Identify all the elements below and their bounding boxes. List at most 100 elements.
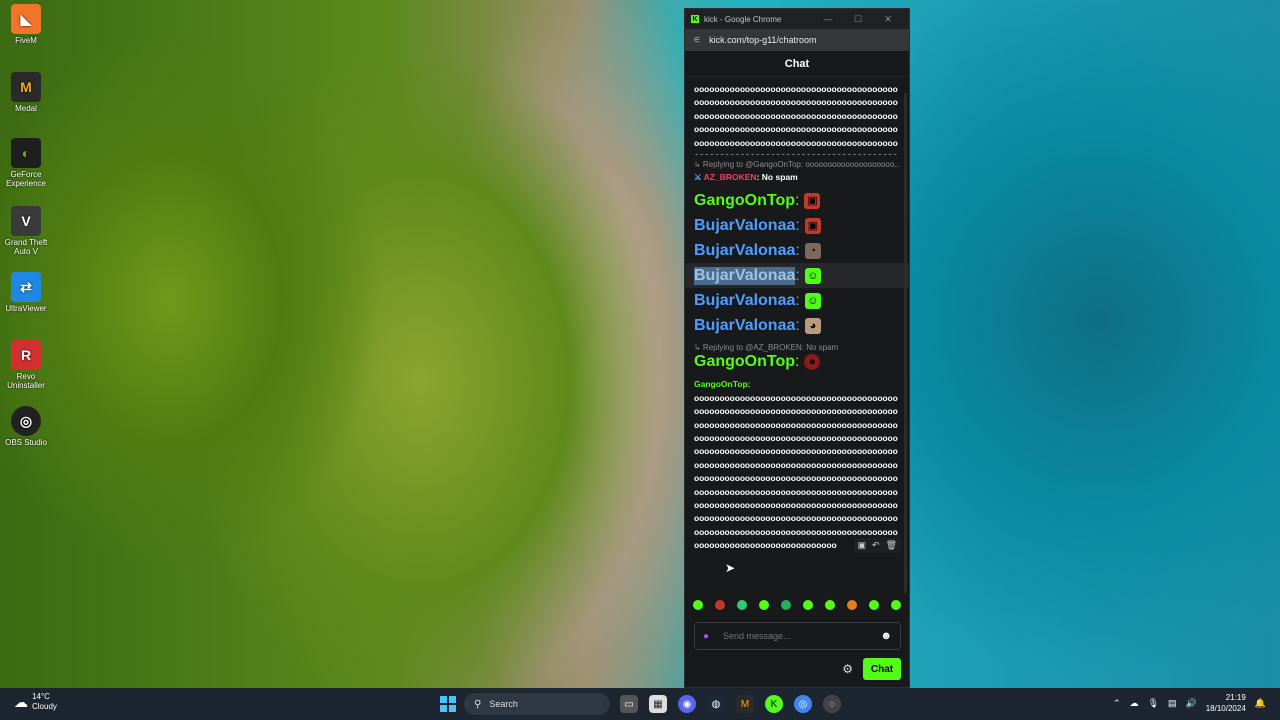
windows-start-icon[interactable] [440, 696, 456, 712]
desktop-icon-fivem[interactable]: ◣ FiveM [4, 4, 48, 45]
chat-message: BujarValonaa: ◕ [694, 313, 900, 338]
chrome-window: K kick - Google Chrome — ☐ ✕ ⚟ kick.com/… [684, 8, 910, 688]
chat-message: GangoOnTop: ▣ [694, 188, 900, 213]
quick-emote-bar [693, 597, 901, 613]
search-icon: ⚲ [474, 698, 482, 710]
chat-username[interactable]: GangoOnTop [694, 353, 795, 371]
fivem-icon: ◣ [11, 4, 41, 34]
microphone-icon[interactable]: 🎙 [1148, 698, 1159, 709]
emote-icon: ☺ [804, 292, 821, 309]
moderator-badge-icon: ⚔ [694, 172, 702, 182]
ultraviewer-icon: ⇄ [11, 272, 41, 302]
emoji-icon[interactable]: ☻ [880, 630, 892, 642]
obs-icon: ◎ [11, 406, 41, 436]
close-icon[interactable]: ✕ [873, 14, 903, 25]
system-tray: ⌃ ☁ 🎙 ▤ 🔊 21:19 18/10/2024 🔔 [1113, 692, 1266, 714]
window-title: kick - Google Chrome [704, 14, 782, 24]
desktop-icon-ultraviewer[interactable]: ⇄ UltraViewer [4, 272, 48, 313]
emote-icon: ▣ [804, 217, 821, 234]
clock-time: 21:19 [1225, 693, 1246, 702]
emote-icon: ● [804, 354, 821, 371]
discord-icon[interactable]: ◉ [678, 695, 696, 713]
emote-icon[interactable] [737, 600, 747, 610]
chat-username[interactable]: BujarValonaa [694, 242, 795, 260]
chat-username[interactable]: BujarValonaa [694, 317, 795, 335]
desktop-icon-label: UltraViewer [5, 304, 47, 313]
chat-text: No spam [761, 172, 798, 182]
reply-icon[interactable]: ↶ [872, 540, 880, 551]
chevron-up-icon[interactable]: ⌃ [1113, 698, 1121, 709]
desktop-icon-gta[interactable]: V Grand Theft Auto V [4, 206, 48, 256]
address-bar[interactable]: ⚟ kick.com/top-g11/chatroom [685, 29, 909, 51]
pin-icon[interactable]: ▣ [858, 540, 867, 551]
chat-scrollbar[interactable] [904, 93, 907, 593]
weather-condition: Cloudy [32, 702, 57, 711]
desktop-icon-medal[interactable]: M Medal [4, 72, 48, 113]
emote-icon: ◕ [804, 317, 821, 334]
chat-messages[interactable]: oooooooooooooooooooooooooooooooooooooooo… [685, 79, 909, 599]
steam-icon[interactable]: ◍ [707, 695, 725, 713]
gear-icon[interactable]: ⚙ [842, 662, 853, 676]
emote-icon[interactable] [715, 600, 725, 610]
microphone-icon[interactable]: ● [703, 631, 713, 642]
emote-icon[interactable] [759, 600, 769, 610]
minimize-icon[interactable]: — [813, 14, 843, 24]
emote-icon[interactable] [803, 600, 813, 610]
desktop-icon-label: FiveM [15, 36, 37, 45]
chat-username[interactable]: BujarValonaa [694, 217, 795, 235]
send-chat-button[interactable]: Chat [863, 658, 901, 680]
message-input[interactable] [723, 631, 881, 641]
chat-controls: ⚙ Chat [842, 658, 901, 680]
taskbar-search[interactable]: ⚲ Search [464, 693, 610, 715]
emote-icon[interactable] [869, 600, 879, 610]
chat-username[interactable]: GangoOnTop [694, 192, 795, 210]
emote-icon: ▣ [804, 192, 821, 209]
kick-favicon-icon: K [691, 15, 699, 23]
cloud-icon: ☁ [14, 694, 28, 710]
gta-icon: V [11, 206, 41, 236]
chat-username[interactable]: AZ_BROKEN [704, 172, 757, 182]
app-icon[interactable]: ◌ [823, 695, 841, 713]
store-icon[interactable]: ▦ [649, 695, 667, 713]
taskbar: ☁ 14°C Cloudy ⚲ Search ▭ ▦ ◉ ◍ M K ◎ ◌ ⌃… [0, 688, 1280, 720]
title-bar: K kick - Google Chrome — ☐ ✕ [685, 9, 909, 29]
emote-icon: ◔ [804, 242, 821, 259]
chat-username[interactable]: BujarValonaa [694, 292, 795, 310]
onedrive-icon[interactable]: ☁ [1130, 698, 1139, 709]
desktop-icon-obs[interactable]: ◎ OBS Studio [4, 406, 48, 447]
desktop-icon-geforce[interactable]: ◐ GeForce Experience [4, 138, 48, 188]
medal-icon: M [11, 72, 41, 102]
search-label: Search [489, 699, 518, 709]
emote-icon[interactable] [825, 600, 835, 610]
chat-username[interactable]: GangoOnTop [694, 379, 748, 389]
chat-input-box[interactable]: ● ☻ [694, 622, 901, 650]
notification-icon[interactable]: 🔔 [1255, 698, 1266, 709]
clock[interactable]: 21:19 18/10/2024 [1206, 692, 1246, 714]
weather-widget[interactable]: ☁ 14°C Cloudy [14, 692, 57, 712]
url-text: kick.com/top-g11/chatroom [709, 35, 817, 45]
maximize-icon[interactable]: ☐ [843, 14, 873, 25]
chat-message: BujarValonaa: ◔ [694, 238, 900, 263]
chrome-icon[interactable]: ◎ [794, 695, 812, 713]
emote-icon[interactable] [847, 600, 857, 610]
chat-message: oooooooooooooooooooooooooooooooooooooooo… [694, 84, 898, 155]
taskbar-apps: ▭ ▦ ◉ ◍ M K ◎ ◌ [620, 695, 841, 713]
volume-icon[interactable]: 🔊 [1186, 698, 1197, 709]
task-view-icon[interactable]: ▭ [620, 695, 638, 713]
chat-message: GangoOnTop: ● [694, 353, 900, 371]
chat-username[interactable]: BujarValonaa [694, 266, 796, 285]
emote-icon: ☺ [804, 267, 821, 284]
desktop-icon-revo[interactable]: R Revo Uninstaller [4, 340, 48, 390]
desktop-icon-label: Grand Theft Auto V [4, 238, 48, 256]
chat-message: GangoOnTop: [694, 379, 751, 390]
chat-message: BujarValonaa: ▣ [694, 213, 900, 238]
medal-icon[interactable]: M [736, 695, 754, 713]
network-icon[interactable]: ▤ [1168, 698, 1177, 709]
kick-icon[interactable]: K [765, 695, 783, 713]
emote-icon[interactable] [693, 600, 703, 610]
emote-icon[interactable] [781, 600, 791, 610]
site-settings-icon[interactable]: ⚟ [693, 35, 701, 46]
emote-icon[interactable] [891, 600, 901, 610]
delete-icon[interactable]: 🗑 [886, 540, 897, 551]
chat-message-hovered: BujarValonaa: ☺ [685, 263, 909, 289]
